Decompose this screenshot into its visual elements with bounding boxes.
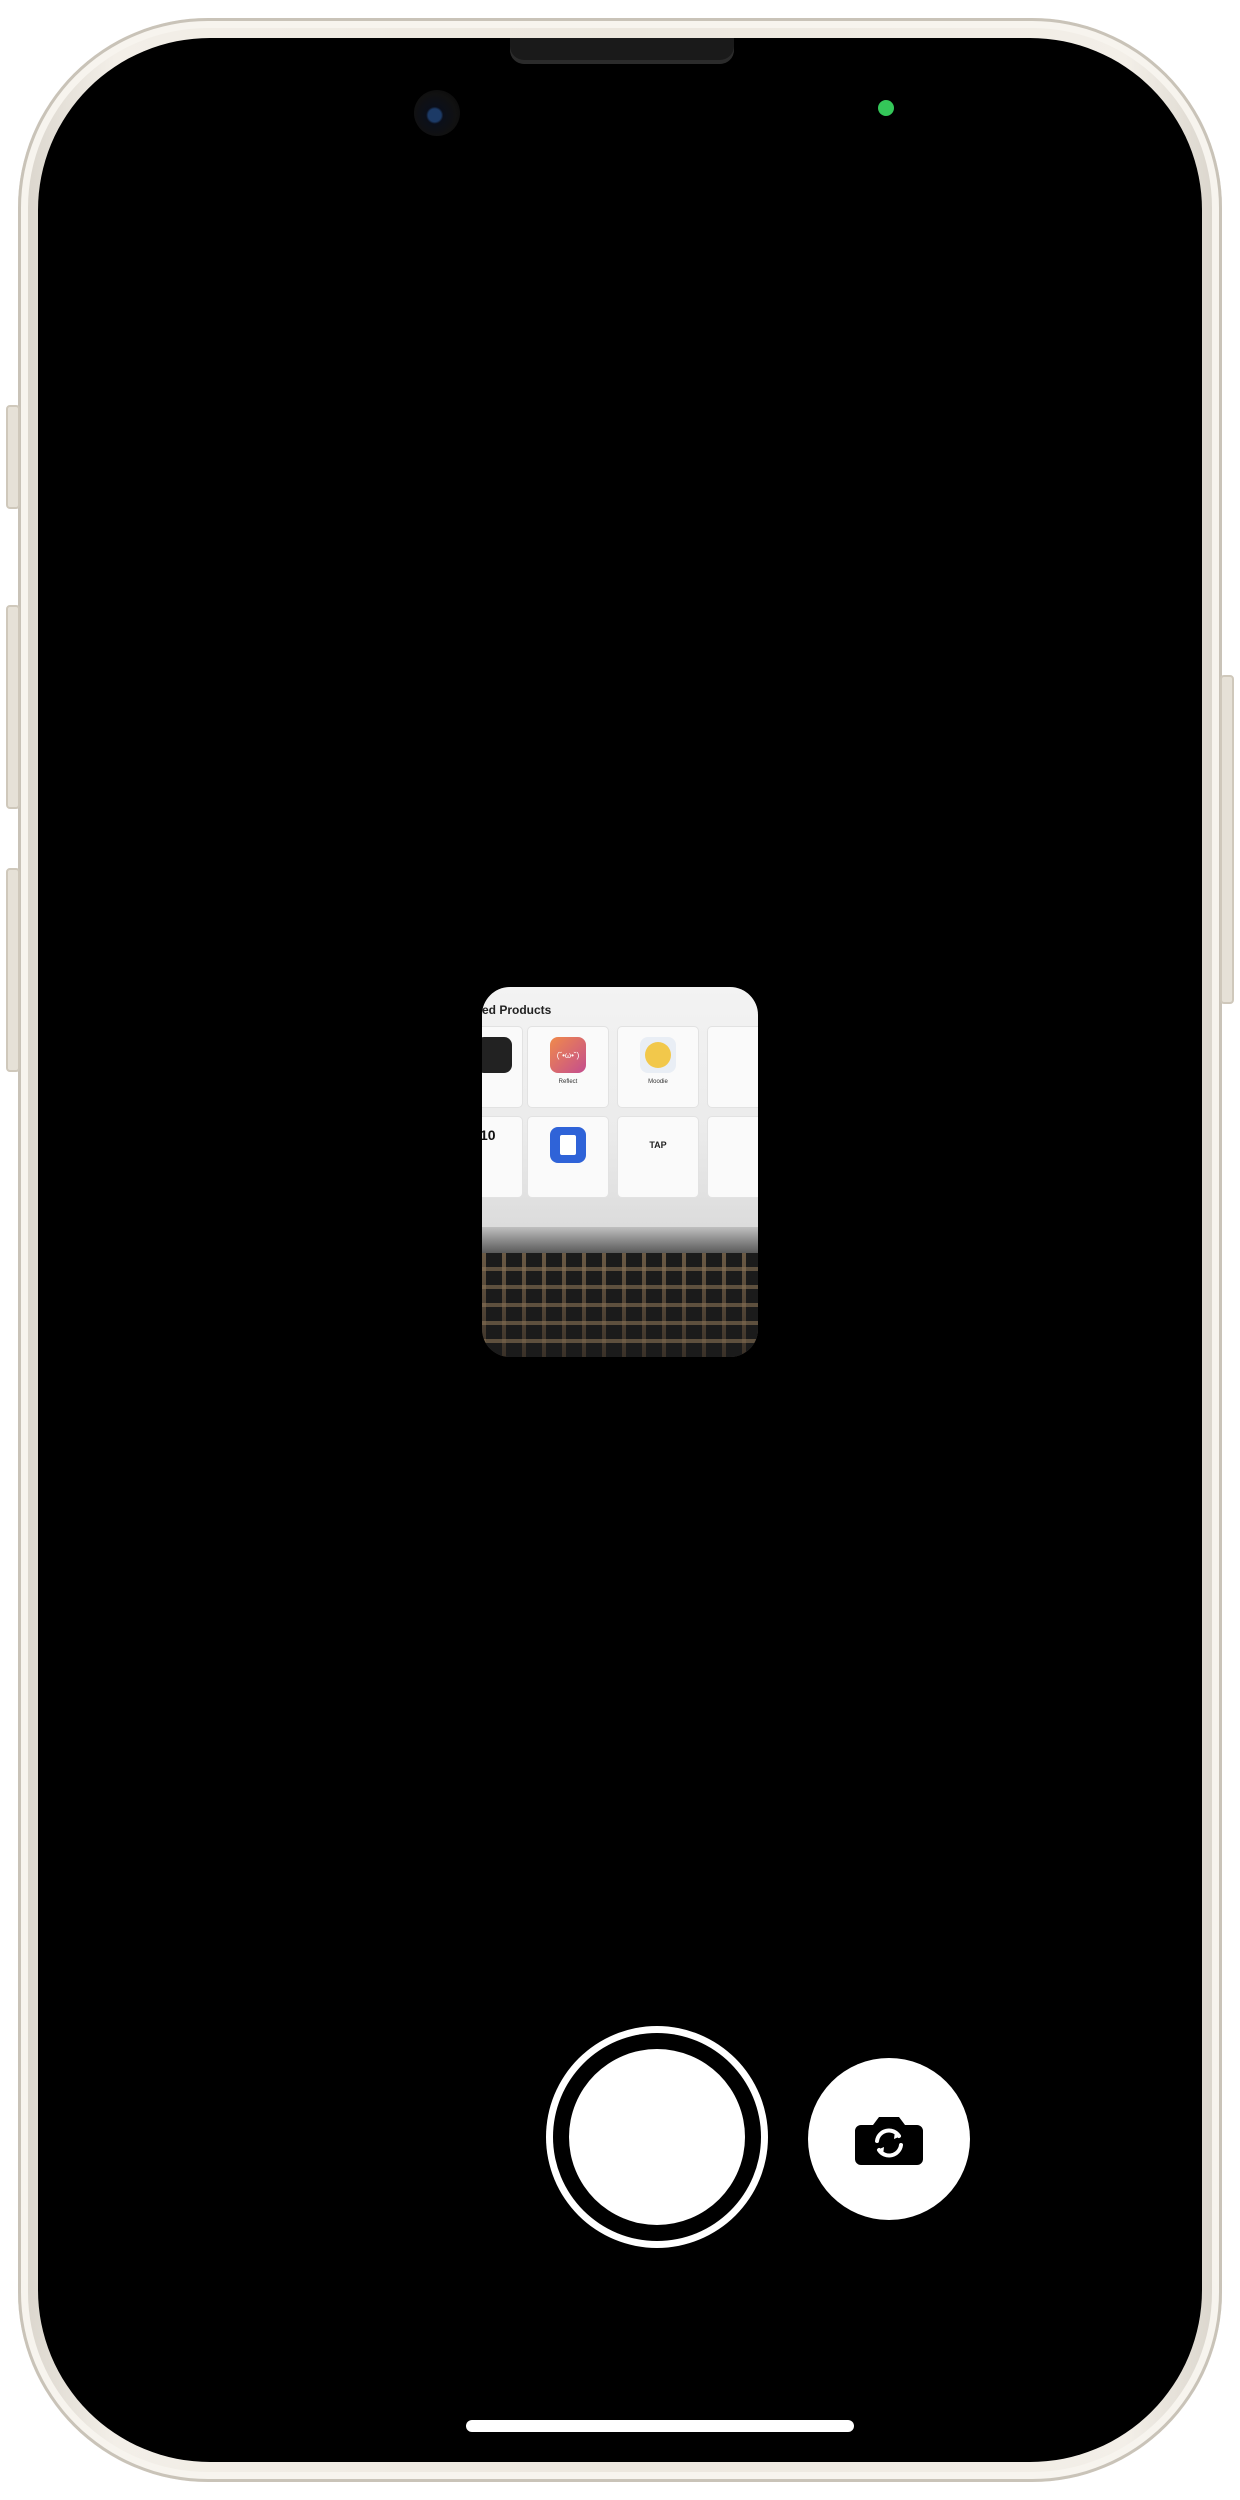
volume-down-button <box>6 868 20 1072</box>
home-indicator[interactable] <box>466 2420 854 2432</box>
preview-laptop-screen: ed Products (˘•ω•˘) Reflect Moodie 10 TA… <box>482 987 758 1227</box>
preview-tile: 10 <box>482 1117 522 1197</box>
tile-title: Reflect <box>558 1079 578 1085</box>
front-camera <box>414 90 460 136</box>
laptop-bezel <box>482 1227 758 1253</box>
shutter-button[interactable] <box>553 2033 761 2241</box>
earpiece-speaker <box>510 38 734 64</box>
laptop-keyboard <box>482 1253 758 1357</box>
preview-tile: (˘•ω•˘) Reflect <box>528 1027 608 1107</box>
action-button <box>6 405 20 509</box>
flip-camera-button[interactable] <box>808 2058 970 2220</box>
kaomoji-app-icon: (˘•ω•˘) <box>550 1037 586 1073</box>
preview-tile <box>708 1027 758 1107</box>
preview-tile: Moodie <box>618 1027 698 1107</box>
preview-tile <box>528 1117 608 1197</box>
camera-in-use-indicator <box>878 100 894 116</box>
preview-tile <box>482 1027 522 1107</box>
volume-up-button <box>6 605 20 809</box>
face-app-icon <box>640 1037 676 1073</box>
preview-tile: TAP <box>618 1117 698 1197</box>
tap-app-icon: TAP <box>640 1127 676 1163</box>
power-button <box>1220 675 1234 1004</box>
ten-label: 10 <box>482 1127 496 1143</box>
preview-heading: ed Products <box>482 1003 552 1017</box>
screen: ed Products (˘•ω•˘) Reflect Moodie 10 TA… <box>38 38 1202 2462</box>
camera-preview[interactable]: ed Products (˘•ω•˘) Reflect Moodie 10 TA… <box>482 987 758 1357</box>
app-icon <box>482 1037 512 1073</box>
tile-title: Moodie <box>648 1079 668 1085</box>
document-app-icon <box>550 1127 586 1163</box>
preview-tile <box>708 1117 758 1197</box>
camera-flip-icon <box>855 2117 923 2165</box>
shutter-button-inner <box>569 2049 745 2225</box>
